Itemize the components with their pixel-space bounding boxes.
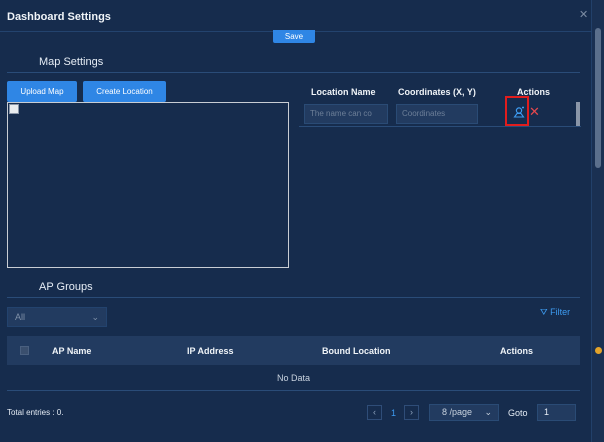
save-button[interactable]: Save	[273, 30, 315, 43]
total-entries: Total entries : 0.	[7, 408, 64, 417]
section-divider	[7, 72, 580, 73]
coordinates-input[interactable]: Coordinates	[396, 104, 478, 124]
page-size-select[interactable]: 8 /page ⌄	[429, 404, 499, 421]
dialog-scrollbar-thumb[interactable]	[595, 28, 601, 168]
column-location-name: Location Name	[311, 87, 376, 97]
dialog-header: Dashboard Settings ✕	[0, 0, 592, 32]
select-all-checkbox[interactable]	[20, 346, 29, 355]
chevron-down-icon: ⌄	[91, 312, 99, 322]
filter-label: Filter	[550, 307, 571, 317]
create-location-button[interactable]: Create Location	[83, 81, 166, 102]
upload-map-button[interactable]: Upload Map	[7, 81, 77, 102]
dashboard-settings-dialog: Dashboard Settings ✕ Save Map Settings U…	[0, 0, 592, 442]
map-settings-title: Map Settings	[39, 56, 104, 68]
empty-state: No Data	[7, 365, 580, 391]
page-size-value: 8 /page	[442, 407, 473, 417]
location-list-scrollbar[interactable]	[576, 102, 580, 126]
ap-group-select-value: All	[15, 312, 26, 322]
location-name-input[interactable]: The name can co	[304, 104, 388, 124]
broken-image-icon	[9, 104, 19, 114]
next-page-button[interactable]: ›	[404, 405, 419, 420]
ap-groups-title: AP Groups	[39, 281, 93, 293]
column-bound-location: Bound Location	[322, 346, 391, 356]
map-pin-icon[interactable]	[513, 106, 525, 118]
map-canvas[interactable]	[7, 102, 289, 268]
filter-icon: ⛛	[540, 307, 548, 317]
current-page[interactable]: 1	[391, 408, 396, 418]
column-ip-address: IP Address	[187, 346, 234, 356]
column-coordinates: Coordinates (X, Y)	[398, 87, 476, 97]
filter-button[interactable]: ⛛ Filter	[540, 307, 570, 318]
column-actions: Actions	[500, 346, 534, 356]
ap-table-header: AP Name IP Address Bound Location Action…	[7, 336, 580, 365]
goto-label: Goto	[508, 408, 528, 418]
column-ap-name: AP Name	[52, 346, 92, 356]
section-divider	[7, 297, 580, 298]
close-icon[interactable]: ✕	[579, 8, 588, 21]
chevron-down-icon: ⌄	[484, 407, 492, 417]
ap-group-select[interactable]: All ⌄	[7, 307, 107, 327]
prev-page-button[interactable]: ‹	[367, 405, 382, 420]
background-status-dot	[595, 347, 602, 354]
goto-input[interactable]: 1	[537, 404, 576, 421]
delete-icon[interactable]: ✕	[529, 104, 540, 120]
dialog-title: Dashboard Settings	[7, 11, 111, 23]
